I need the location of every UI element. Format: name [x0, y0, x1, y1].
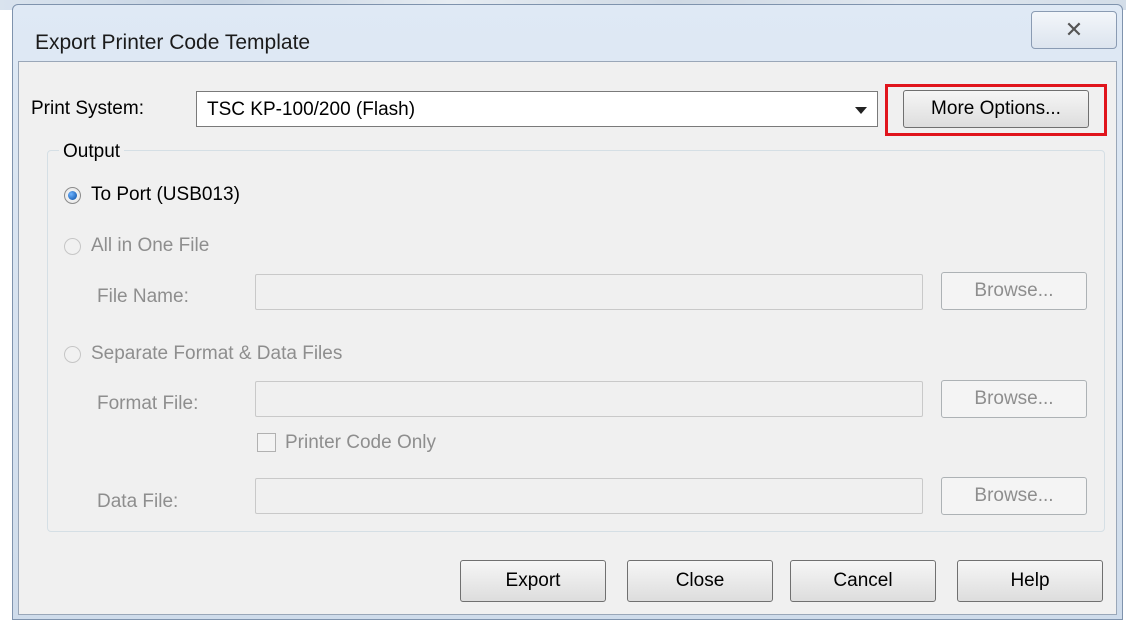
- help-button[interactable]: Help: [957, 560, 1103, 602]
- dialog-title: Export Printer Code Template: [35, 31, 311, 54]
- to-port-radio[interactable]: [64, 187, 81, 204]
- print-system-value: TSC KP-100/200 (Flash): [207, 99, 416, 120]
- export-button[interactable]: Export: [460, 560, 606, 602]
- chevron-down-icon: [855, 107, 867, 114]
- print-system-label: Print System:: [31, 98, 144, 119]
- browse-format-file-button[interactable]: Browse...: [941, 380, 1087, 418]
- browse-data-file-button[interactable]: Browse...: [941, 477, 1087, 515]
- close-window-button[interactable]: ✕: [1031, 11, 1117, 49]
- separate-files-radio[interactable]: [64, 346, 81, 363]
- dialog-body: Print System: TSC KP-100/200 (Flash) Mor…: [18, 61, 1117, 615]
- export-dialog: Export Printer Code Template ✕ Print Sys…: [12, 4, 1123, 620]
- data-file-label: Data File:: [97, 491, 179, 512]
- data-file-input[interactable]: [255, 478, 923, 514]
- all-in-one-label: All in One File: [91, 235, 210, 256]
- format-file-label: Format File:: [97, 393, 199, 414]
- printer-code-only-label: Printer Code Only: [285, 432, 437, 453]
- file-name-input[interactable]: [255, 274, 923, 310]
- all-in-one-radio[interactable]: [64, 238, 81, 255]
- close-button[interactable]: Close: [627, 560, 773, 602]
- output-caption: Output: [59, 141, 125, 163]
- output-group: [47, 150, 1105, 532]
- format-file-input[interactable]: [255, 381, 923, 417]
- separate-files-label: Separate Format & Data Files: [91, 343, 343, 364]
- cancel-button[interactable]: Cancel: [790, 560, 936, 602]
- radio-selected-dot: [68, 191, 77, 200]
- print-system-select[interactable]: TSC KP-100/200 (Flash): [196, 91, 878, 127]
- browse-file-name-button[interactable]: Browse...: [941, 272, 1087, 310]
- more-options-button[interactable]: More Options...: [903, 90, 1089, 128]
- to-port-label: To Port (USB013): [91, 184, 240, 205]
- close-icon: ✕: [1064, 17, 1084, 42]
- printer-code-only-checkbox[interactable]: [257, 433, 276, 452]
- file-name-label: File Name:: [97, 286, 189, 307]
